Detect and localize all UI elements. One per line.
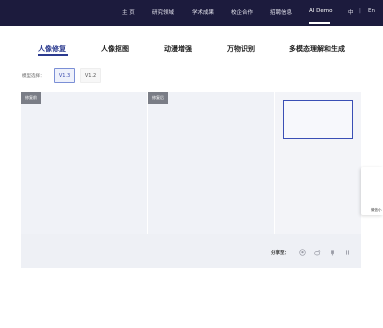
wechat-icon[interactable]	[329, 249, 336, 256]
tab-multimodal[interactable]: 多模态理解和生成	[289, 44, 345, 54]
nav-item-careers[interactable]: 招聘信息	[270, 8, 292, 16]
nav-item-publications[interactable]: 学术成果	[192, 8, 214, 16]
model-select-label: 模型选择：	[22, 74, 45, 79]
after-image-panel: 修复后	[148, 92, 274, 234]
tab-portrait-restoration[interactable]: 人像修复	[38, 44, 66, 54]
lang-separator: |	[359, 8, 361, 14]
lang-zh-link[interactable]: 中	[348, 8, 354, 16]
before-badge: 修复前	[21, 92, 41, 104]
before-image-panel: 修复前	[21, 92, 147, 234]
nav-item-cooperation[interactable]: 校企合作	[231, 8, 253, 16]
model-option-v13[interactable]: V1.3	[54, 68, 75, 83]
link-icon[interactable]	[344, 249, 351, 256]
tab-portrait-matting[interactable]: 人像抠图	[101, 44, 129, 54]
top-navbar: 主 页 研究领域 学术成果 校企合作 招聘信息 AI Demo 中 | En	[0, 0, 383, 26]
image-upload-box[interactable]	[283, 100, 353, 139]
tab-active-indicator	[38, 54, 68, 56]
model-option-v12[interactable]: V1.2	[80, 68, 101, 83]
tab-object-recognition[interactable]: 万物识别	[227, 44, 255, 54]
nav-item-ai-demo[interactable]: AI Demo	[309, 8, 332, 14]
nav-item-research[interactable]: 研究领域	[152, 8, 174, 16]
weibo-icon[interactable]	[314, 249, 321, 256]
tab-anime-enhancement[interactable]: 动漫增强	[164, 44, 192, 54]
lang-en-link[interactable]: En	[368, 8, 375, 14]
share-bar	[21, 234, 361, 268]
nav-active-indicator	[309, 22, 330, 24]
side-widget-label: 微信小	[371, 208, 382, 212]
after-badge: 修复后	[148, 92, 168, 104]
nav-item-home[interactable]: 主 页	[122, 8, 135, 16]
share-label: 分享至：	[271, 251, 289, 256]
qq-icon[interactable]	[299, 249, 306, 256]
